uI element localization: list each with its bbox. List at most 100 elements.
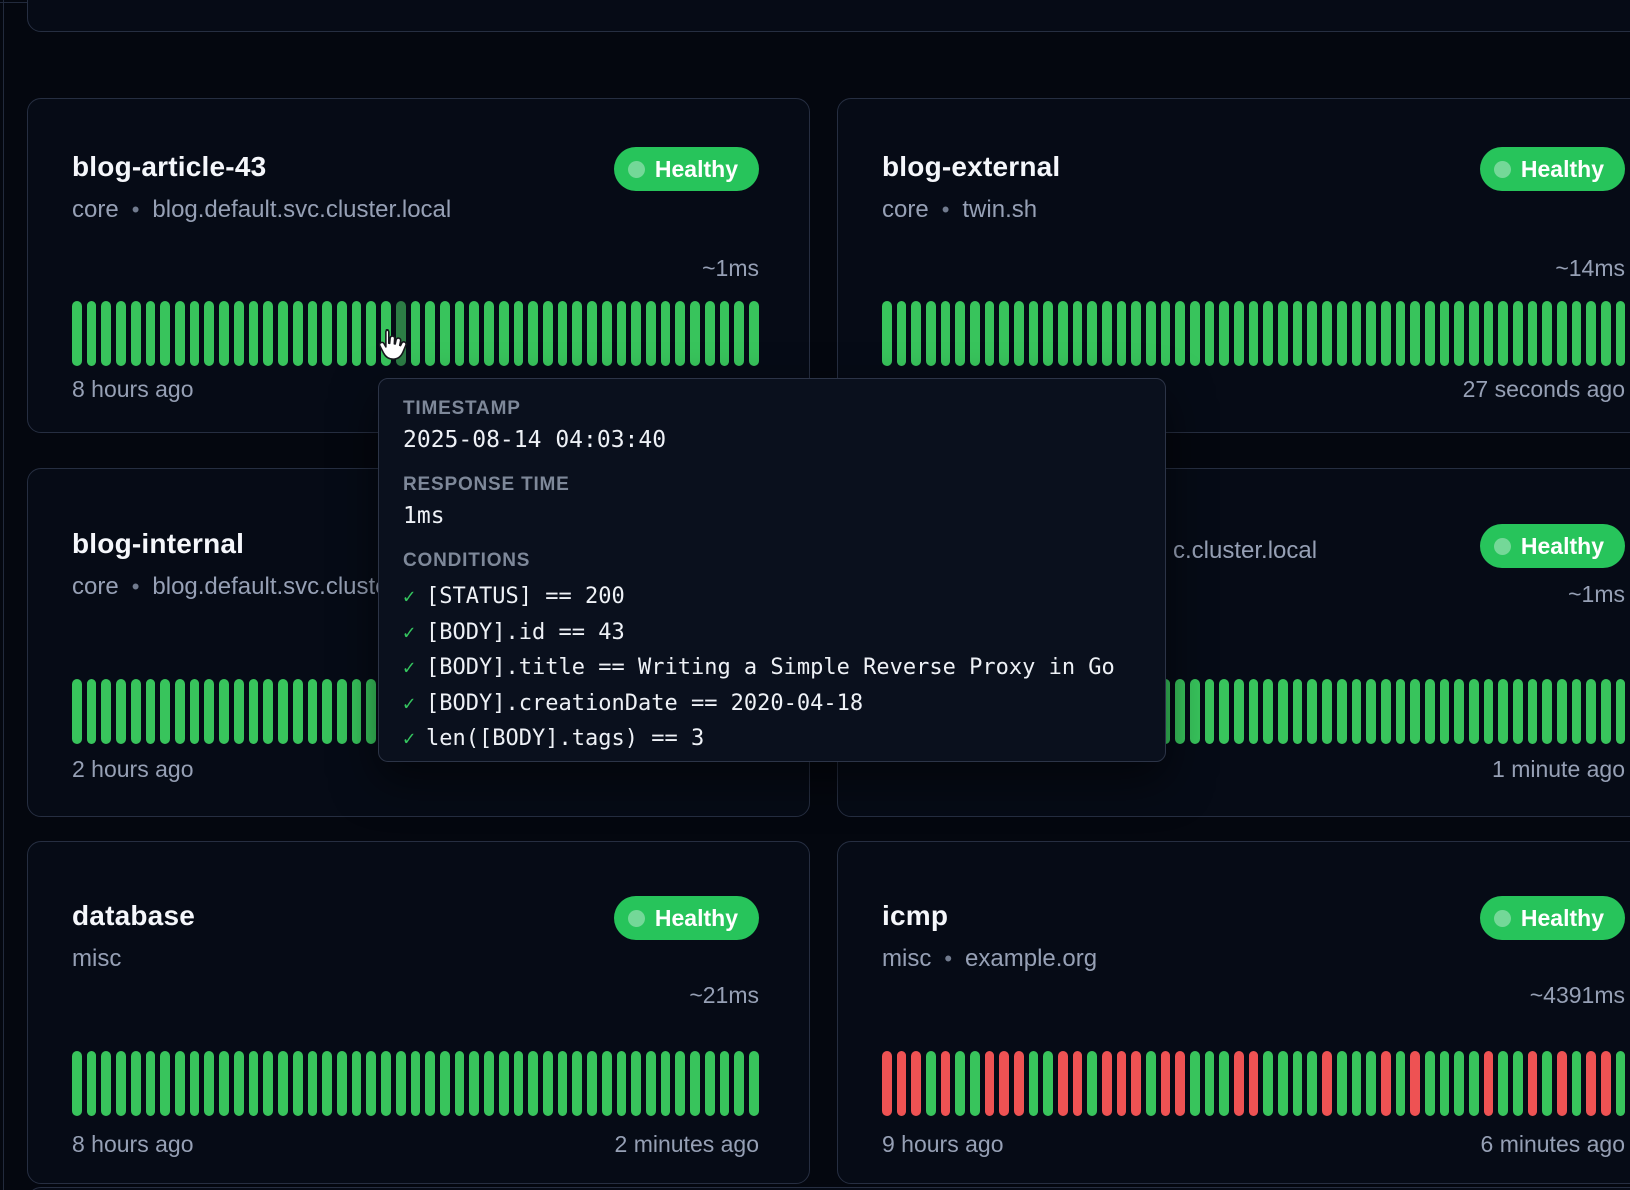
uptime-bar-down[interactable] [1601, 1051, 1611, 1116]
uptime-bar-up[interactable] [882, 301, 892, 366]
uptime-bar-up[interactable] [1513, 679, 1523, 744]
uptime-bar-up[interactable] [1381, 679, 1391, 744]
uptime-bar-up[interactable] [1087, 301, 1097, 366]
uptime-bar-up[interactable] [1263, 1051, 1273, 1116]
uptime-bar-up[interactable] [970, 1051, 980, 1116]
uptime-bar-up[interactable] [366, 1051, 376, 1116]
uptime-bar-down[interactable] [1102, 1051, 1112, 1116]
uptime-bar-down[interactable] [1381, 1051, 1391, 1116]
uptime-bar-up[interactable] [366, 679, 376, 744]
uptime-bar-up[interactable] [263, 679, 273, 744]
uptime-bar-up[interactable] [1542, 679, 1552, 744]
uptime-bar-down[interactable] [985, 1051, 995, 1116]
uptime-bar-up[interactable] [116, 1051, 126, 1116]
uptime-bar-up[interactable] [1337, 301, 1347, 366]
uptime-bar-up[interactable] [1043, 1051, 1053, 1116]
uptime-bar-up[interactable] [1337, 679, 1347, 744]
uptime-bar-up[interactable] [484, 301, 494, 366]
uptime-bar-up[interactable] [440, 1051, 450, 1116]
uptime-bar-up[interactable] [1498, 1051, 1508, 1116]
uptime-bar-up[interactable] [322, 301, 332, 366]
uptime-bar-up[interactable] [87, 679, 97, 744]
uptime-bar-up[interactable] [484, 1051, 494, 1116]
uptime-bar-up[interactable] [1366, 679, 1376, 744]
uptime-bar-up[interactable] [499, 1051, 509, 1116]
uptime-bar-up[interactable] [543, 301, 553, 366]
uptime-bar-up[interactable] [1396, 301, 1406, 366]
uptime-bar-up[interactable] [411, 301, 421, 366]
uptime-bar-up[interactable] [204, 1051, 214, 1116]
uptime-bar-up[interactable] [1307, 679, 1317, 744]
uptime-bar-up[interactable] [1102, 301, 1112, 366]
uptime-bar-up[interactable] [1484, 679, 1494, 744]
uptime-bar-up[interactable] [160, 301, 170, 366]
uptime-bar-up[interactable] [190, 301, 200, 366]
uptime-bar-up[interactable] [425, 1051, 435, 1116]
uptime-bar-up[interactable] [617, 301, 627, 366]
uptime-bar-down[interactable] [1586, 1051, 1596, 1116]
uptime-bar-up[interactable] [175, 679, 185, 744]
endpoint-card-database[interactable]: databasemiscHealthy~21ms8 hours ago2 min… [27, 841, 810, 1184]
uptime-bar-up[interactable] [1498, 679, 1508, 744]
uptime-bar-up[interactable] [249, 301, 259, 366]
uptime-bar-up[interactable] [631, 301, 641, 366]
uptime-bar-up[interactable] [234, 1051, 244, 1116]
uptime-bar-down[interactable] [1161, 1051, 1171, 1116]
uptime-bar-up[interactable] [720, 1051, 730, 1116]
uptime-bar-up[interactable] [1528, 301, 1538, 366]
uptime-bar-up[interactable] [558, 1051, 568, 1116]
uptime-bar-up[interactable] [911, 301, 921, 366]
uptime-bar-up[interactable] [146, 1051, 156, 1116]
uptime-bar-up[interactable] [1117, 301, 1127, 366]
uptime-bar-up[interactable] [749, 301, 759, 366]
uptime-bar-up[interactable] [602, 1051, 612, 1116]
uptime-bar-down[interactable] [911, 1051, 921, 1116]
uptime-bar-up[interactable] [1307, 1051, 1317, 1116]
uptime-bar-up[interactable] [440, 301, 450, 366]
uptime-bar-up[interactable] [175, 301, 185, 366]
uptime-bar-up[interactable] [543, 1051, 553, 1116]
uptime-bar-up[interactable] [308, 679, 318, 744]
uptime-bar-up[interactable] [116, 679, 126, 744]
uptime-bar-up[interactable] [1542, 1051, 1552, 1116]
uptime-bar-down[interactable] [1234, 1051, 1244, 1116]
uptime-bar-up[interactable] [720, 301, 730, 366]
uptime-bar-up[interactable] [249, 1051, 259, 1116]
uptime-bar-up[interactable] [1073, 301, 1083, 366]
uptime-bar-up[interactable] [1029, 301, 1039, 366]
uptime-bar-up[interactable] [1396, 1051, 1406, 1116]
uptime-bar-down[interactable] [999, 1051, 1009, 1116]
uptime-bar-up[interactable] [308, 1051, 318, 1116]
uptime-bar-up[interactable] [955, 1051, 965, 1116]
uptime-bar-up[interactable] [72, 301, 82, 366]
uptime-bar-up[interactable] [293, 301, 303, 366]
uptime-bar-up[interactable] [1249, 679, 1259, 744]
uptime-bar-up[interactable] [131, 1051, 141, 1116]
uptime-bar-up[interactable] [1396, 679, 1406, 744]
uptime-bar-up[interactable] [1131, 301, 1141, 366]
uptime-bar-up[interactable] [926, 301, 936, 366]
uptime-bar-up[interactable] [263, 301, 273, 366]
uptime-bar-up[interactable] [1029, 1051, 1039, 1116]
uptime-bar-up[interactable] [396, 1051, 406, 1116]
uptime-bar-up[interactable] [1219, 301, 1229, 366]
uptime-bar-up[interactable] [1454, 1051, 1464, 1116]
previous-endpoint-card-partial[interactable] [27, 0, 1630, 32]
uptime-bar-down[interactable] [1175, 1051, 1185, 1116]
uptime-bar-up[interactable] [249, 679, 259, 744]
uptime-bar-up[interactable] [190, 679, 200, 744]
uptime-bar-up[interactable] [308, 301, 318, 366]
uptime-bar-up[interactable] [661, 301, 671, 366]
uptime-bar-up[interactable] [322, 679, 332, 744]
uptime-bar-up[interactable] [999, 301, 1009, 366]
uptime-bar-down[interactable] [1058, 1051, 1068, 1116]
uptime-bar-up[interactable] [514, 301, 524, 366]
uptime-bar-up[interactable] [675, 301, 685, 366]
uptime-bar-up[interactable] [131, 301, 141, 366]
uptime-bar-up[interactable] [1278, 679, 1288, 744]
uptime-bar-up[interactable] [1454, 301, 1464, 366]
uptime-bar-down[interactable] [882, 1051, 892, 1116]
uptime-bar-up[interactable] [219, 679, 229, 744]
uptime-bar-up[interactable] [734, 1051, 744, 1116]
uptime-bar-up[interactable] [1366, 301, 1376, 366]
